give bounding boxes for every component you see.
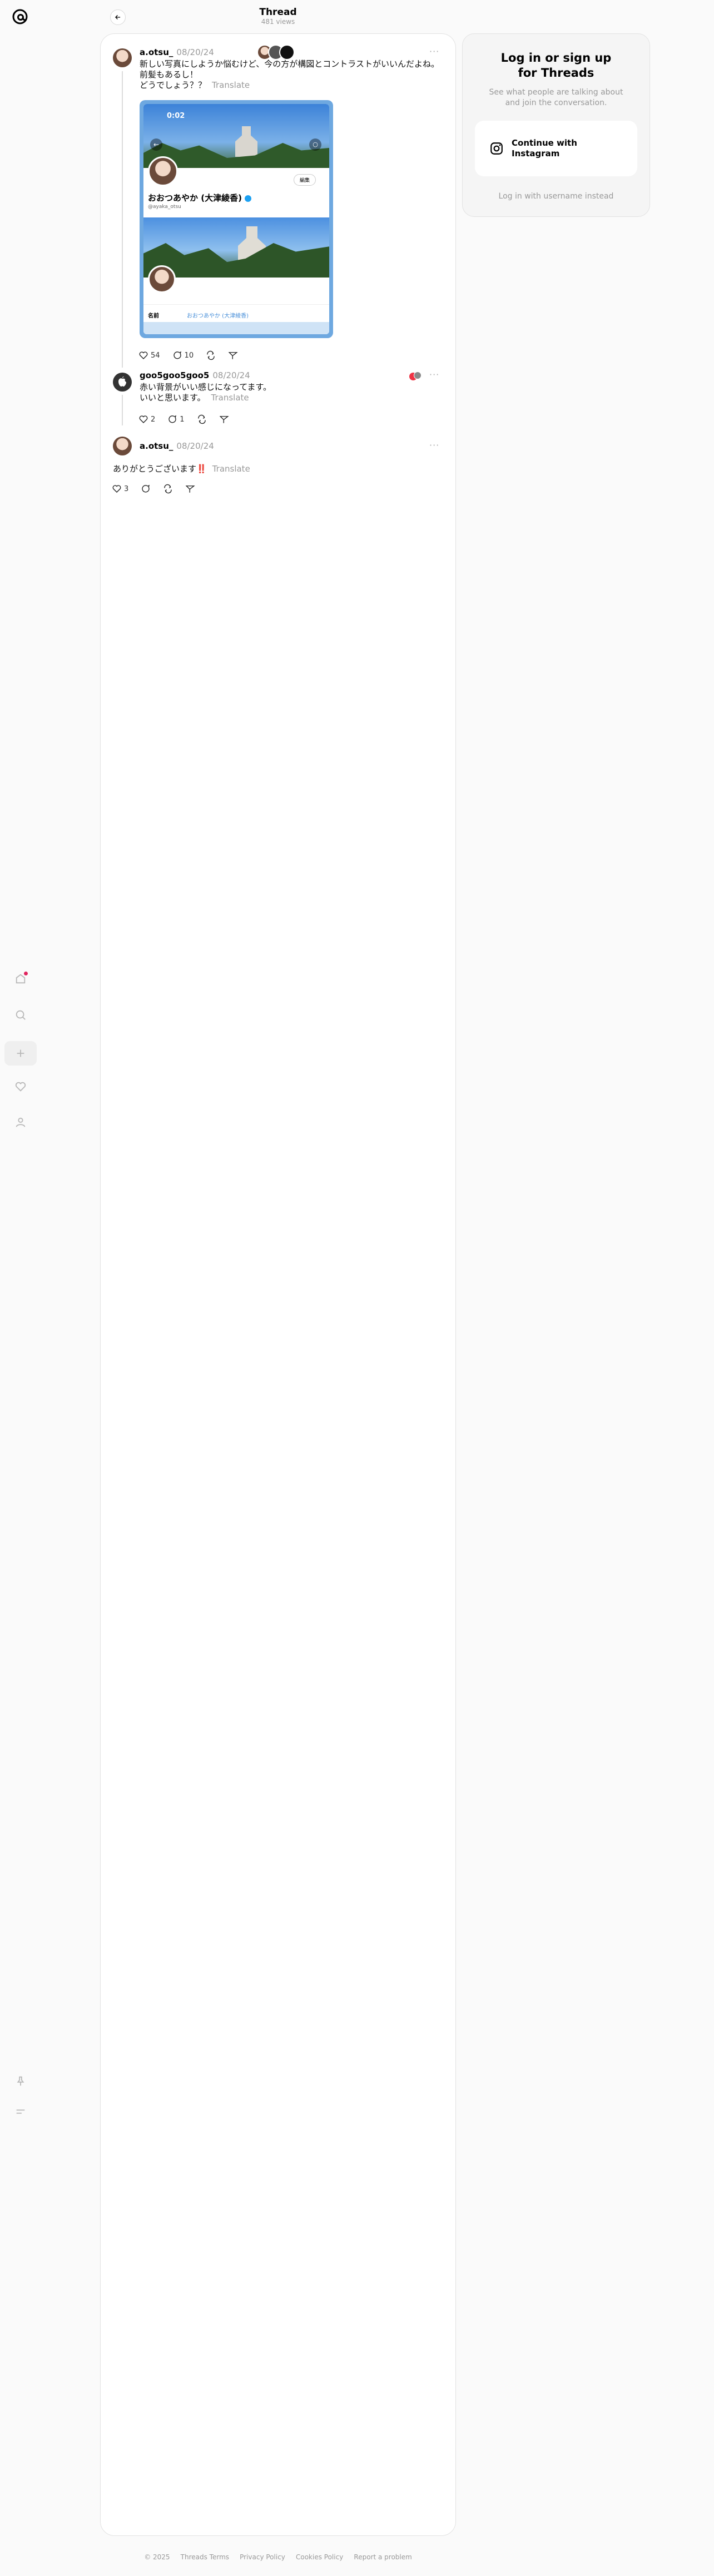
- share-button[interactable]: [219, 414, 229, 424]
- terms-link[interactable]: Threads Terms: [181, 2553, 229, 2561]
- notification-dot: [24, 972, 28, 975]
- username-login-link[interactable]: Log in with username instead: [463, 192, 649, 201]
- username[interactable]: a.otsu_: [140, 441, 173, 451]
- search-icon[interactable]: [11, 1005, 30, 1024]
- status-time: 0:02: [167, 112, 185, 120]
- repost-icon: [164, 484, 172, 494]
- facepile-avatar: [279, 44, 295, 60]
- name-field-value: おおつあやか (大津綾香): [187, 313, 249, 319]
- menu-icon[interactable]: [11, 2102, 30, 2121]
- view-count: 481 views: [261, 18, 295, 26]
- like-button[interactable]: 3: [112, 484, 128, 494]
- more-options-icon[interactable]: ···: [429, 440, 439, 450]
- thread-panel: [100, 33, 456, 2536]
- repost-button[interactable]: [163, 484, 173, 494]
- back-arrow-icon: ←: [150, 138, 162, 151]
- reply-button[interactable]: [141, 484, 151, 494]
- login-subtitle: See what people are talking about and jo…: [489, 88, 623, 107]
- search-icon: ○: [309, 138, 321, 151]
- login-card: Log in or sign up for Threads See what p…: [462, 33, 650, 217]
- display-name: おおつあやか (大津綾香): [148, 192, 252, 204]
- heart-icon[interactable]: [11, 1077, 30, 1096]
- name-field-label: 名前: [148, 313, 159, 319]
- post-header: a.otsu_ 08/20/24: [140, 440, 214, 451]
- send-icon: [228, 352, 238, 359]
- post-date: 08/20/24: [176, 47, 214, 57]
- footer: © 2025 Threads Terms Privacy Policy Cook…: [0, 2551, 556, 2562]
- username[interactable]: goo5goo5goo5: [140, 370, 209, 380]
- repost-button[interactable]: [197, 414, 207, 424]
- heart-icon: [139, 351, 148, 359]
- share-button[interactable]: [185, 484, 195, 494]
- post-text: 新しい写真にしようか悩むけど、今の方が構図とコントラストがいいんだよね。 前髪も…: [140, 59, 439, 90]
- share-button[interactable]: [228, 350, 238, 360]
- post-actions: 3: [112, 484, 195, 494]
- login-title: Log in or sign up for Threads: [500, 51, 612, 80]
- heart-icon: [139, 415, 148, 423]
- post-text: 赤い背景がいい感じになってます。 いいと思います。 Translate: [140, 382, 272, 403]
- translate-link[interactable]: Translate: [212, 464, 250, 474]
- post-actions: 54 10: [138, 350, 238, 360]
- reply-button[interactable]: 1: [167, 414, 185, 424]
- facepile[interactable]: [257, 44, 296, 61]
- pin-icon[interactable]: [11, 2072, 30, 2090]
- translate-link[interactable]: Translate: [212, 80, 250, 90]
- post-text: ありがとうございます‼️ Translate: [113, 464, 250, 474]
- repost-icon: [197, 414, 206, 424]
- apple-logo-icon: [118, 377, 126, 387]
- post-actions: 2 1: [138, 414, 229, 424]
- more-options-icon[interactable]: ···: [429, 369, 439, 380]
- username[interactable]: a.otsu_: [140, 47, 173, 57]
- post-header: a.otsu_ 08/20/24: [140, 47, 214, 57]
- verified-icon: [245, 195, 252, 202]
- badge-avatar: [414, 371, 422, 379]
- edit-profile-button: 編集: [294, 174, 316, 186]
- reply-badge-avatars[interactable]: [409, 371, 423, 380]
- repost-button[interactable]: [206, 350, 216, 360]
- report-link[interactable]: Report a problem: [354, 2553, 411, 2561]
- post-header: goo5goo5goo5 08/20/24: [140, 370, 250, 380]
- translate-link[interactable]: Translate: [211, 393, 249, 403]
- page-title: Thread: [259, 7, 297, 18]
- instagram-icon: [490, 142, 503, 155]
- profile-icon[interactable]: [11, 1113, 30, 1132]
- comment-icon: [168, 415, 177, 423]
- cookies-link[interactable]: Cookies Policy: [296, 2553, 343, 2561]
- heart-icon: [112, 485, 121, 493]
- thread-line: [122, 395, 123, 425]
- profile-avatar-small: [148, 265, 176, 293]
- post-date: 08/20/24: [212, 370, 250, 380]
- more-options-icon[interactable]: ···: [429, 46, 439, 57]
- send-icon: [219, 416, 229, 423]
- reply-button[interactable]: 10: [172, 350, 194, 360]
- plus-icon[interactable]: [4, 1041, 37, 1066]
- repost-icon: [207, 350, 215, 360]
- post-image[interactable]: 0:02 ← ○ 編集 おおつあやか (大津綾香) @ayaka_otsu 名前…: [140, 100, 333, 338]
- privacy-link[interactable]: Privacy Policy: [240, 2553, 285, 2561]
- post-date: 08/20/24: [176, 441, 214, 451]
- profile-avatar: [148, 156, 178, 186]
- thread-line: [122, 71, 123, 368]
- comment-icon: [142, 484, 150, 493]
- avatar[interactable]: [113, 437, 132, 455]
- send-icon: [185, 486, 195, 493]
- like-button[interactable]: 2: [138, 414, 155, 424]
- handle: @ayaka_otsu: [148, 204, 181, 210]
- like-button[interactable]: 54: [138, 350, 160, 360]
- avatar[interactable]: [113, 373, 132, 392]
- home-icon[interactable]: [11, 969, 30, 988]
- continue-instagram-button[interactable]: Continue with Instagram: [475, 121, 637, 176]
- comment-icon: [173, 351, 181, 359]
- copyright: © 2025: [144, 2553, 170, 2561]
- avatar[interactable]: [113, 48, 132, 67]
